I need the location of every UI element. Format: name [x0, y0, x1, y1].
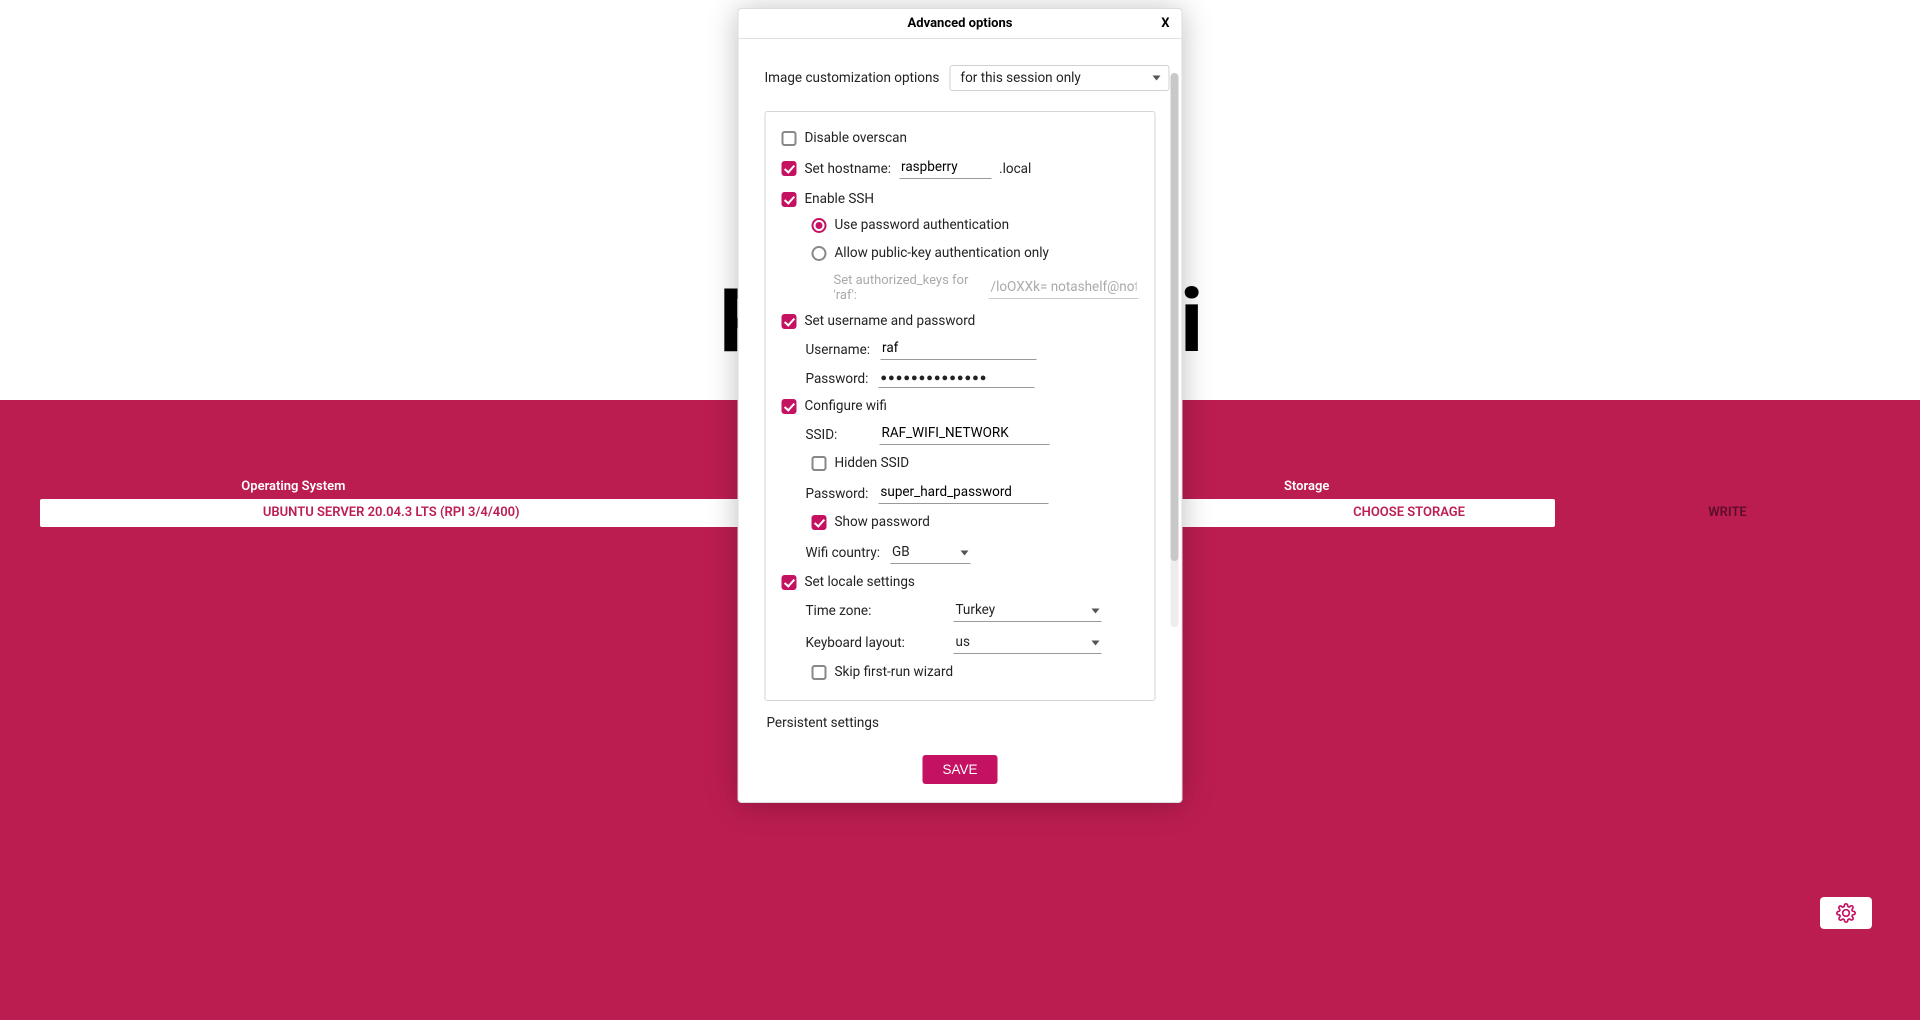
authorized-keys-input [989, 278, 1139, 299]
skip-wizard-checkbox[interactable] [812, 665, 827, 680]
show-password-label: Show password [835, 514, 930, 530]
keyboard-select[interactable]: us [954, 632, 1102, 654]
ssh-password-radio[interactable] [812, 218, 827, 233]
set-locale-checkbox[interactable] [782, 575, 797, 590]
ssid-input[interactable] [880, 424, 1050, 445]
persistent-settings-label: Persistent settings [767, 715, 1170, 731]
show-password-checkbox[interactable] [812, 515, 827, 530]
authorized-keys-label: Set authorized_keys for 'raf': [834, 273, 979, 303]
scrollbar-track[interactable] [1171, 73, 1179, 627]
write-button[interactable]: WRITE [1575, 499, 1880, 527]
password-label: Password: [806, 371, 869, 387]
timezone-value: Turkey [956, 602, 996, 618]
configure-wifi-label: Configure wifi [805, 398, 887, 414]
scrollbar-thumb[interactable] [1171, 73, 1179, 561]
username-label: Username: [806, 342, 871, 358]
wifi-country-label: Wifi country: [806, 545, 881, 561]
choose-os-button[interactable]: UBUNTU SERVER 20.04.3 LTS (RPI 3/4/400) [40, 499, 743, 527]
configure-wifi-checkbox[interactable] [782, 399, 797, 414]
write-column-spacer [1560, 479, 1880, 494]
hostname-suffix: .local [999, 161, 1031, 177]
settings-button[interactable] [1820, 897, 1872, 929]
timezone-select[interactable]: Turkey [954, 600, 1102, 622]
set-user-checkbox[interactable] [782, 314, 797, 329]
skip-wizard-label: Skip first-run wizard [835, 664, 954, 680]
wifi-country-value: GB [892, 544, 910, 560]
ssid-label: SSID: [806, 427, 840, 443]
options-panel: Disable overscan Set hostname: .local En… [765, 111, 1156, 701]
advanced-options-modal: Advanced options X Image customization o… [738, 8, 1183, 803]
modal-header: Advanced options X [739, 9, 1182, 39]
disable-overscan-checkbox[interactable] [782, 131, 797, 146]
chevron-down-icon [1092, 640, 1100, 645]
wifi-password-input[interactable] [878, 483, 1048, 504]
set-hostname-label: Set hostname: [805, 161, 892, 177]
customization-select-value: for this session only [960, 70, 1080, 86]
hidden-ssid-label: Hidden SSID [835, 455, 910, 471]
close-button[interactable]: X [1161, 16, 1169, 31]
enable-ssh-label: Enable SSH [805, 191, 875, 207]
gear-icon [1836, 903, 1856, 923]
chevron-down-icon [1152, 76, 1160, 81]
modal-title: Advanced options [908, 16, 1013, 31]
timezone-label: Time zone: [806, 603, 906, 619]
hidden-ssid-checkbox[interactable] [812, 456, 827, 471]
wifi-password-label: Password: [806, 486, 869, 502]
enable-ssh-checkbox[interactable] [782, 192, 797, 207]
wifi-country-select[interactable]: GB [890, 542, 970, 564]
ssh-publickey-radio[interactable] [812, 246, 827, 261]
set-hostname-checkbox[interactable] [782, 161, 797, 176]
disable-overscan-label: Disable overscan [805, 130, 907, 146]
ssh-publickey-radio-label: Allow public-key authentication only [835, 245, 1049, 261]
modal-footer: SAVE [739, 737, 1182, 802]
hostname-input[interactable] [899, 158, 991, 179]
keyboard-label: Keyboard layout: [806, 635, 906, 651]
save-button[interactable]: SAVE [922, 755, 997, 784]
username-input[interactable] [880, 339, 1036, 360]
password-input[interactable]: ●●●●●●●●●●●●●● [878, 370, 1034, 388]
customization-label: Image customization options [765, 70, 940, 86]
os-column-label: Operating System [40, 479, 547, 494]
chevron-down-icon [1092, 608, 1100, 613]
set-user-label: Set username and password [805, 313, 976, 329]
chevron-down-icon [960, 550, 968, 555]
set-locale-label: Set locale settings [805, 574, 915, 590]
customization-select[interactable]: for this session only [949, 65, 1169, 91]
ssh-password-radio-label: Use password authentication [835, 217, 1010, 233]
modal-body: Image customization options for this ses… [739, 39, 1182, 737]
keyboard-value: us [956, 634, 970, 650]
